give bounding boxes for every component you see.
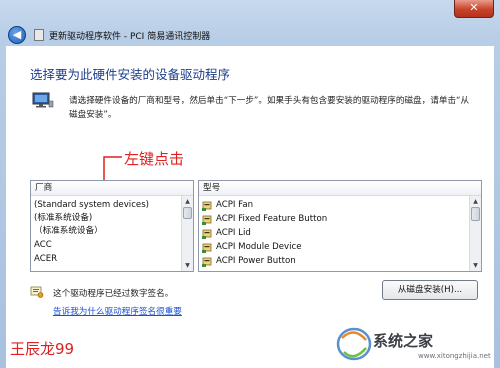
back-arrow-icon: ◀: [12, 28, 22, 41]
instruction-text: 请选择硬件设备的厂商和型号，然后单击“下一步”。如果手头有包含要安装的驱动程序的…: [69, 96, 470, 120]
driver-signing-link[interactable]: 告诉我为什么驱动程序签名很重要: [53, 305, 182, 317]
monitor-icon: [32, 92, 54, 108]
manufacturer-listbox[interactable]: 厂商 (Standard system devices) (标准系统设备) （标…: [30, 180, 194, 272]
device-driver-icon: [202, 215, 212, 225]
scroll-down-icon[interactable]: ▼: [182, 260, 193, 271]
manufacturer-scrollbar[interactable]: ▲ ▼: [181, 196, 193, 271]
close-button[interactable]: ✕: [454, 0, 494, 18]
scroll-up-icon[interactable]: ▲: [470, 196, 481, 207]
manufacturer-header: 厂商: [31, 181, 193, 196]
list-item[interactable]: ACPI Lid: [216, 227, 251, 240]
device-driver-icon: [202, 201, 212, 211]
list-item[interactable]: （标准系统设备）: [34, 225, 103, 238]
device-driver-icon: [202, 229, 212, 239]
close-icon: ✕: [469, 1, 479, 14]
model-scrollbar[interactable]: ▲ ▼: [469, 196, 481, 271]
have-disk-button[interactable]: 从磁盘安装(H)...: [382, 280, 478, 300]
list-item[interactable]: ACC: [34, 239, 52, 252]
scroll-up-icon[interactable]: ▲: [182, 196, 193, 207]
list-item[interactable]: (标准系统设备): [34, 212, 92, 225]
scroll-down-icon[interactable]: ▼: [470, 260, 481, 271]
signed-driver-icon: [30, 286, 44, 298]
window-title: 更新驱动程序软件 - PCI 简易通讯控制器: [49, 32, 211, 42]
model-listbox[interactable]: 型号 ACPI Fan ACPI Fixed Feature Button AC…: [198, 180, 482, 272]
device-driver-icon: [202, 243, 212, 253]
list-item[interactable]: ACPI Fan: [216, 199, 253, 212]
back-button[interactable]: ◀: [8, 26, 26, 44]
list-item[interactable]: ACER: [34, 253, 57, 266]
site-watermark-text: 系统之家: [373, 332, 434, 350]
list-item[interactable]: ACPI Module Device: [216, 241, 302, 254]
author-watermark: 王辰龙99: [10, 340, 75, 358]
scroll-thumb[interactable]: [183, 207, 192, 219]
site-watermark-url: www.xitongzhijia.net: [418, 352, 491, 360]
update-driver-window: ✕ ◀ 更新驱动程序软件 - PCI 简易通讯控制器 选择要为此硬件安装的设备驱…: [0, 0, 500, 368]
annotation-label: 左键点击: [124, 150, 185, 168]
device-driver-icon: [202, 257, 212, 267]
signature-status-text: 这个驱动程序已经过数字签名。: [53, 289, 174, 299]
list-item[interactable]: ACPI Fixed Feature Button: [216, 213, 327, 226]
list-item[interactable]: ACPI Power Button: [216, 255, 296, 268]
device-icon: [34, 29, 44, 41]
page-title: 选择要为此硬件安装的设备驱动程序: [30, 67, 231, 82]
list-item[interactable]: (Standard system devices): [34, 199, 149, 212]
scroll-thumb[interactable]: [471, 207, 480, 221]
model-header: 型号: [199, 181, 481, 196]
